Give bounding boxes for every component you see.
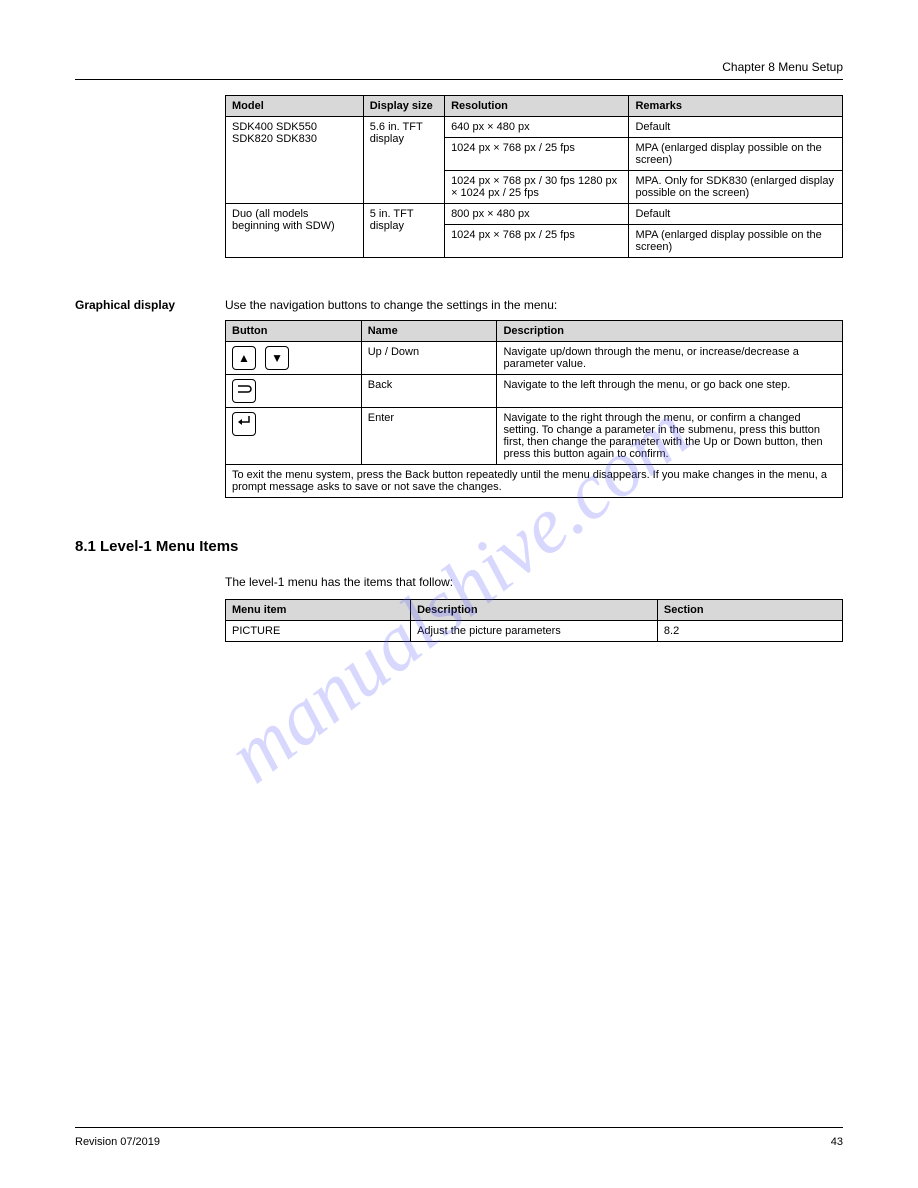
cell-model-0: SDK400 SDK550 SDK820 SDK830: [226, 117, 364, 204]
th-desc: Description: [497, 321, 843, 342]
cell-model-1: Duo (all models beginning with SDW): [226, 204, 364, 258]
cell-rem-0-1: MPA (enlarged display possible on the sc…: [629, 138, 843, 171]
section-heading: 8.1 Level-1 Menu Items: [75, 538, 843, 555]
page-footer: Revision 07/2019 43: [75, 1127, 843, 1148]
enter-icon: [232, 412, 256, 436]
cell-rem-1-1: MPA (enlarged display possible on the sc…: [629, 225, 843, 258]
cell-name-1: Back: [361, 375, 497, 408]
cell-menuitem-0: PICTURE: [226, 621, 411, 642]
cell-display-0: 5.6 in. TFT display: [363, 117, 444, 204]
cell-note: To exit the menu system, press the Back …: [226, 465, 843, 498]
cell-desc-2: Navigate to the right through the menu, …: [497, 408, 843, 465]
cell-rem-1-0: Default: [629, 204, 843, 225]
cell-btn-back: [226, 375, 362, 408]
cell-name-0: Up / Down: [361, 342, 497, 375]
th-name: Name: [361, 321, 497, 342]
th-menudesc: Description: [411, 600, 658, 621]
cell-res-1-0: 800 px × 480 px: [445, 204, 629, 225]
up-icon: ▲: [232, 346, 256, 370]
th-model: Model: [226, 96, 364, 117]
th-display: Display size: [363, 96, 444, 117]
th-button: Button: [226, 321, 362, 342]
header-right: Chapter 8 Menu Setup: [722, 60, 843, 74]
resolution-table: Model Display size Resolution Remarks SD…: [225, 95, 843, 258]
cell-menusection-0: 8.2: [657, 621, 842, 642]
th-resolution: Resolution: [445, 96, 629, 117]
th-menusection: Section: [657, 600, 842, 621]
back-icon: [232, 379, 256, 403]
footer-right: 43: [831, 1136, 843, 1148]
cell-rem-0-2: MPA. Only for SDK830 (enlarged display p…: [629, 171, 843, 204]
cell-menudesc-0: Adjust the picture parameters: [411, 621, 658, 642]
cell-desc-0: Navigate up/down through the menu, or in…: [497, 342, 843, 375]
cell-btn-updown: ▲ ▼: [226, 342, 362, 375]
cell-btn-enter: [226, 408, 362, 465]
section3-intro: The level-1 menu has the items that foll…: [225, 575, 843, 589]
cell-res-0-1: 1024 px × 768 px / 25 fps: [445, 138, 629, 171]
cell-rem-0-0: Default: [629, 117, 843, 138]
th-remarks: Remarks: [629, 96, 843, 117]
cell-display-1: 5 in. TFT display: [363, 204, 444, 258]
menu-items-table: Menu item Description Section PICTURE Ad…: [225, 599, 843, 642]
cell-res-1-1: 1024 px × 768 px / 25 fps: [445, 225, 629, 258]
page-header: Chapter 8 Menu Setup: [75, 60, 843, 80]
footer-left: Revision 07/2019: [75, 1136, 160, 1148]
cell-res-0-2: 1024 px × 768 px / 30 fps 1280 px × 1024…: [445, 171, 629, 204]
cell-desc-1: Navigate to the left through the menu, o…: [497, 375, 843, 408]
cell-res-0-0: 640 px × 480 px: [445, 117, 629, 138]
side-label-graphical: Graphical display: [75, 298, 225, 312]
buttons-table: Button Name Description ▲ ▼ Up / Down Na…: [225, 320, 843, 498]
intro-text: Use the navigation buttons to change the…: [225, 298, 843, 312]
cell-name-2: Enter: [361, 408, 497, 465]
th-menuitem: Menu item: [226, 600, 411, 621]
down-icon: ▼: [265, 346, 289, 370]
